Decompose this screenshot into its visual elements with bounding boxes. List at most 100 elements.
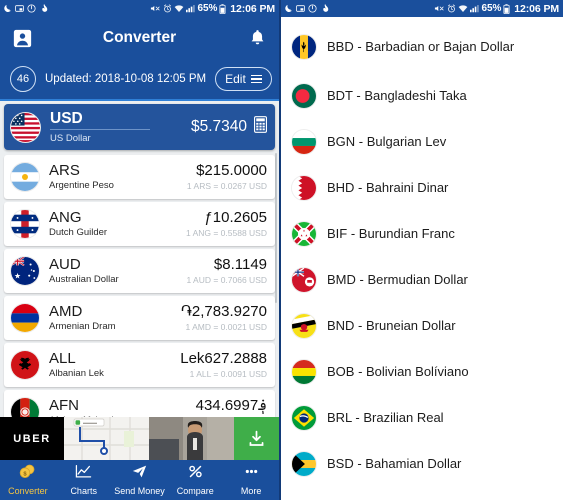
currency-info: AFN Afghan Afghani <box>49 397 187 417</box>
tab-compare[interactable]: Compare <box>167 464 223 496</box>
power-saving-icon <box>308 4 317 13</box>
signal-icon <box>469 4 480 13</box>
flag-us <box>10 111 41 143</box>
currency-list[interactable]: USD US Dollar $5.7340 ARS Argentine Peso <box>0 101 279 417</box>
list-item[interactable]: BHD - Bahraini Dinar <box>281 165 563 211</box>
power-saving-icon <box>27 4 36 13</box>
mute-icon <box>150 4 161 13</box>
map-image <box>64 417 149 460</box>
currency-rate: 1 ANG = 0.5588 USD <box>185 228 267 239</box>
tab-more[interactable]: More <box>223 464 279 496</box>
currency-info: ARS Argentine Peso <box>49 161 187 192</box>
currency-values: ֏2,783.9270 1 AMD = 0.0021 USD <box>181 303 267 332</box>
currency-amount: Lek627.2888 <box>180 349 267 367</box>
calculator-icon[interactable] <box>254 116 268 138</box>
currency-values: $215.0000 1 ARS = 0.0267 USD <box>186 161 267 192</box>
status-bar-left-icons <box>3 3 48 14</box>
ad-banner[interactable]: UBER <box>0 417 279 460</box>
picture-in-picture-icon <box>15 4 24 13</box>
ellipsis-icon <box>243 464 260 484</box>
updated-timestamp: Updated: 2018-10-08 12:05 PM <box>45 73 207 85</box>
flag-an <box>10 209 40 239</box>
list-item-label: BSD - Bahamian Dollar <box>327 455 462 471</box>
flag-bs <box>291 451 317 477</box>
picture-in-picture-icon <box>296 4 305 13</box>
base-currency-row[interactable]: USD US Dollar $5.7340 <box>4 104 275 150</box>
coins-icon: $ <box>19 464 36 484</box>
list-item[interactable]: BRL - Brazilian Real <box>281 395 563 441</box>
battery-icon <box>503 3 510 14</box>
flag-al <box>10 350 40 380</box>
currency-name: Dutch Guilder <box>49 227 108 239</box>
list-icon <box>250 74 262 84</box>
status-bar: 65% 12:06 PM <box>0 0 279 17</box>
battery-percent: 65% <box>481 3 502 14</box>
list-item[interactable]: BGN - Bulgarian Lev <box>281 119 563 165</box>
uber-logo-text: UBER <box>13 432 51 445</box>
download-icon[interactable] <box>234 417 279 460</box>
battery-percent: 65% <box>197 3 218 14</box>
tab-charts[interactable]: Charts <box>56 464 112 496</box>
tab-converter[interactable]: $ Converter <box>0 464 56 496</box>
tab-send-money[interactable]: Send Money <box>112 464 168 496</box>
currency-code: ARS <box>49 161 80 179</box>
flag-am <box>10 303 40 333</box>
table-row[interactable]: AFN Afghan Afghani 434.6997؋ 1 AFN = 0.0… <box>4 390 275 417</box>
currency-amount: ƒ10.2605 <box>204 208 267 226</box>
currency-amount: $215.0000 <box>196 161 267 179</box>
notification-bell-icon[interactable] <box>246 27 268 49</box>
list-item[interactable]: BDT - Bangladeshi Taka <box>281 73 563 119</box>
currency-info: AMD Armenian Dram <box>49 303 181 332</box>
currency-rate: 1 ARS = 0.0267 USD <box>186 181 267 192</box>
table-row[interactable]: AUD Australian Dollar $8.1149 1 AUD = 0.… <box>4 249 275 293</box>
list-item-label: BND - Bruneian Dollar <box>327 317 456 333</box>
table-row[interactable]: AMD Armenian Dram ֏2,783.9270 1 AMD = 0.… <box>4 296 275 340</box>
flag-au <box>10 256 40 286</box>
currency-values: 434.6997؋ 1 AFN = 0.0134 USD <box>187 396 267 417</box>
table-row[interactable]: ALL Albanian Lek Lek627.2888 1 ALL = 0.0… <box>4 343 275 387</box>
currency-values: ƒ10.2605 1 ANG = 0.5588 USD <box>185 208 267 239</box>
status-bar-left-icons <box>284 3 329 14</box>
sub-bar: 46 Updated: 2018-10-08 12:05 PM Edit <box>0 59 279 101</box>
profile-icon[interactable] <box>11 27 33 49</box>
base-currency-amount[interactable]: $5.7340 <box>191 118 247 135</box>
table-row[interactable]: ARS Argentine Peso $215.0000 1 ARS = 0.0… <box>4 155 275 199</box>
tab-converter-label: Converter <box>8 486 48 496</box>
currency-info: ANG Dutch Guilder <box>49 208 186 239</box>
percent-icon <box>187 464 204 484</box>
currency-count-badge[interactable]: 46 <box>10 66 36 92</box>
currency-picker-list[interactable]: BBD - Barbadian or Bajan Dollar BDT - Ba… <box>281 17 563 500</box>
currency-code: ANG <box>49 208 82 226</box>
wifi-icon <box>174 4 184 13</box>
list-item[interactable]: BIF - Burundian Franc <box>281 211 563 257</box>
mute-icon <box>434 4 445 13</box>
list-item[interactable]: BBD - Barbadian or Bajan Dollar <box>281 21 563 73</box>
list-item[interactable]: BND - Bruneian Dollar <box>281 303 563 349</box>
list-item-label: BHD - Bahraini Dinar <box>327 179 449 195</box>
flag-bh <box>291 175 317 201</box>
list-item[interactable]: BOB - Bolivian Bolíviano <box>281 349 563 395</box>
list-item[interactable]: BMD - Bermudian Dollar <box>281 257 563 303</box>
flag-bo <box>291 359 317 385</box>
table-row[interactable]: ANG Dutch Guilder ƒ10.2605 1 ANG = 0.558… <box>4 202 275 246</box>
app-icon <box>320 3 329 14</box>
list-item-label: BMD - Bermudian Dollar <box>327 271 468 287</box>
tab-charts-label: Charts <box>70 486 97 496</box>
list-item-label: BBD - Barbadian or Bajan Dollar <box>327 38 515 54</box>
edit-button[interactable]: Edit <box>215 67 272 91</box>
list-item-label: BGN - Bulgarian Lev <box>327 133 447 149</box>
currency-values: Lek627.2888 1 ALL = 0.0091 USD <box>180 349 267 379</box>
base-currency-info: USD US Dollar <box>50 110 191 144</box>
list-item-label: BRL - Brazilian Real <box>327 409 444 425</box>
currency-values: $8.1149 1 AUD = 0.7066 USD <box>186 256 267 285</box>
alarm-icon <box>163 4 172 13</box>
currency-info: AUD Australian Dollar <box>49 256 186 285</box>
base-currency-amount-wrap[interactable]: $5.7340 <box>191 118 247 135</box>
currency-name: Argentine Peso <box>49 180 114 192</box>
flag-bd <box>291 83 317 109</box>
list-item[interactable]: BSD - Bahamian Dollar <box>281 441 563 487</box>
list-item-label: BOB - Bolivian Bolíviano <box>327 363 469 379</box>
currency-amount: 434.6997؋ <box>195 396 267 414</box>
flag-bi <box>291 221 317 247</box>
list-item-label: BDT - Bangladeshi Taka <box>327 87 467 103</box>
